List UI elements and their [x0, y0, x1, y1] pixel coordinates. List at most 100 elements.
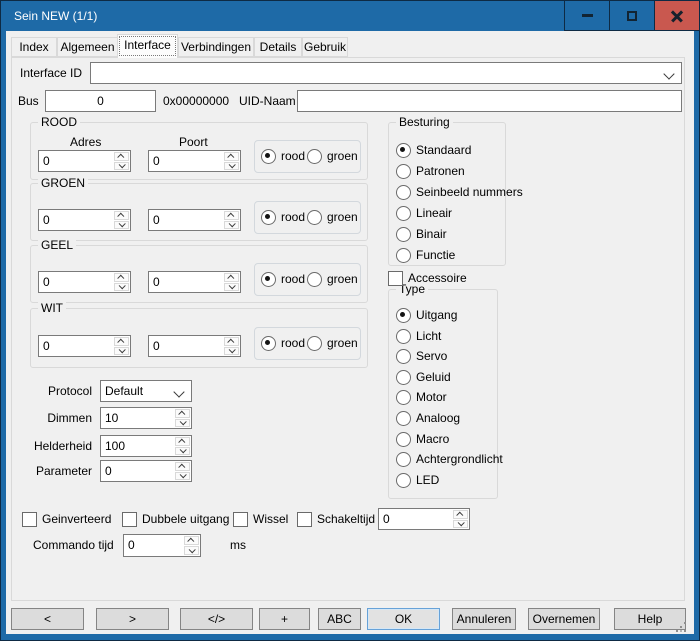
tab-algemeen[interactable]: Algemeen: [57, 37, 118, 57]
wit-adres-spinner[interactable]: 0: [38, 335, 131, 357]
annuleren-button[interactable]: Annuleren: [452, 608, 516, 630]
radio-led[interactable]: LED: [396, 473, 439, 488]
spin-down-button[interactable]: [224, 162, 239, 171]
geel-adres-spinner[interactable]: 0: [38, 271, 131, 293]
radio-uitgang[interactable]: Uitgang: [396, 308, 457, 323]
radio-off-icon: [396, 349, 411, 364]
rood-adres-spinner[interactable]: 0: [38, 150, 131, 172]
radio-servo[interactable]: Servo: [396, 349, 447, 364]
resize-grip[interactable]: [684, 622, 686, 624]
spin-down-button[interactable]: [175, 447, 190, 456]
interface-id-label: Interface ID: [20, 66, 82, 80]
spin-up-button[interactable]: [175, 462, 190, 471]
radio-functie[interactable]: Functie: [396, 248, 455, 263]
radio-geluid[interactable]: Geluid: [396, 370, 451, 385]
tab-interface[interactable]: Interface: [117, 34, 178, 58]
tab-gebruik[interactable]: Gebruik: [302, 37, 348, 57]
spin-down-button[interactable]: [453, 520, 468, 529]
spin-up-button[interactable]: [175, 409, 190, 418]
spin-up-button[interactable]: [224, 152, 239, 161]
spin-up-button[interactable]: [114, 337, 129, 346]
spin-up-button[interactable]: [114, 273, 129, 282]
add-button[interactable]: +: [259, 608, 310, 630]
radio-standaard[interactable]: Standaard: [396, 143, 471, 158]
accessoire-checkbox[interactable]: Accessoire: [388, 271, 467, 286]
help-button[interactable]: Help: [614, 608, 686, 630]
spin-down-button[interactable]: [224, 347, 239, 356]
wit-poort-spinner[interactable]: 0: [148, 335, 241, 357]
groen-poort-spinner[interactable]: 0: [148, 209, 241, 231]
protocol-select[interactable]: Default: [100, 380, 192, 402]
ok-button[interactable]: OK: [367, 608, 440, 630]
spin-up-button[interactable]: [184, 536, 199, 545]
titlebar[interactable]: Sein NEW (1/1): [1, 1, 699, 31]
wit-rood-radio[interactable]: rood: [261, 336, 305, 351]
spin-up-button[interactable]: [224, 211, 239, 220]
spin-down-button[interactable]: [224, 283, 239, 292]
spin-down-button[interactable]: [184, 546, 199, 555]
overnemen-button[interactable]: Overnemen: [528, 608, 600, 630]
spin-up-button[interactable]: [224, 337, 239, 346]
commando-tijd-spinner[interactable]: 0: [123, 534, 201, 557]
code-button[interactable]: </>: [180, 608, 253, 630]
rood-groen-radio[interactable]: groen: [307, 149, 358, 164]
radio-seinbeeld-nummers[interactable]: Seinbeeld nummers: [396, 185, 523, 200]
radio-label: Motor: [416, 390, 447, 405]
spin-up-button[interactable]: [114, 211, 129, 220]
spin-up-button[interactable]: [453, 510, 468, 519]
groen-rood-radio[interactable]: rood: [261, 210, 305, 225]
tab-index[interactable]: Index: [11, 37, 57, 57]
radio-analoog[interactable]: Analoog: [396, 411, 460, 426]
radio-patronen[interactable]: Patronen: [396, 164, 465, 179]
dimmen-spinner[interactable]: 10: [100, 407, 192, 429]
radio-on-icon: [396, 143, 411, 158]
groen-groen-radio[interactable]: groen: [307, 210, 358, 225]
spin-up-button[interactable]: [224, 273, 239, 282]
radio-label: Licht: [416, 329, 441, 344]
spin-down-button[interactable]: [114, 347, 129, 356]
tab-verbindingen[interactable]: Verbindingen: [178, 37, 254, 57]
spin-down-button[interactable]: [114, 221, 129, 230]
radio-motor[interactable]: Motor: [396, 390, 447, 405]
spin-up-button[interactable]: [114, 152, 129, 161]
geel-rood-radio[interactable]: rood: [261, 272, 305, 287]
schakeltijd-spinner[interactable]: 0: [378, 508, 470, 530]
spin-down-button[interactable]: [114, 283, 129, 292]
tab-details[interactable]: Details: [254, 37, 302, 57]
dubbele-uitgang-checkbox[interactable]: Dubbele uitgang: [122, 512, 229, 527]
radio-achtergrondlicht[interactable]: Achtergrondlicht: [396, 452, 503, 467]
next-button[interactable]: >: [96, 608, 169, 630]
minimize-button[interactable]: [564, 1, 609, 31]
radio-macro[interactable]: Macro: [396, 432, 449, 447]
radio-off-icon: [396, 370, 411, 385]
prev-button[interactable]: <: [11, 608, 84, 630]
close-button[interactable]: [654, 1, 699, 31]
interface-id-select[interactable]: [90, 62, 682, 84]
spin-down-button[interactable]: [175, 472, 190, 481]
radio-lineair[interactable]: Lineair: [396, 206, 452, 221]
geel-poort-spinner[interactable]: 0: [148, 271, 241, 293]
maximize-button[interactable]: [609, 1, 654, 31]
spin-down-button[interactable]: [175, 419, 190, 428]
spin-down-button[interactable]: [114, 162, 129, 171]
parameter-spinner[interactable]: 0: [100, 460, 192, 482]
bus-input[interactable]: 0: [45, 90, 156, 112]
spin-down-button[interactable]: [224, 221, 239, 230]
radio-binair[interactable]: Binair: [396, 227, 447, 242]
geinverteerd-checkbox[interactable]: Geinverteerd: [22, 512, 111, 527]
rood-poort-spinner[interactable]: 0: [148, 150, 241, 172]
wit-groen-radio[interactable]: groen: [307, 336, 358, 351]
rood-rood-radio[interactable]: rood: [261, 149, 305, 164]
schakeltijd-checkbox[interactable]: Schakeltijd: [297, 512, 375, 527]
uid-naam-input[interactable]: [297, 90, 682, 112]
radio-label: LED: [416, 473, 439, 488]
radio-licht[interactable]: Licht: [396, 329, 441, 344]
wissel-checkbox[interactable]: Wissel: [233, 512, 288, 527]
radio-on-icon: [261, 272, 276, 287]
helderheid-spinner[interactable]: 100: [100, 435, 192, 457]
groen-adres-spinner[interactable]: 0: [38, 209, 131, 231]
geel-groen-radio[interactable]: groen: [307, 272, 358, 287]
spin-up-button[interactable]: [175, 437, 190, 446]
abc-button[interactable]: ABC: [318, 608, 361, 630]
chevron-down-icon: [229, 221, 236, 228]
